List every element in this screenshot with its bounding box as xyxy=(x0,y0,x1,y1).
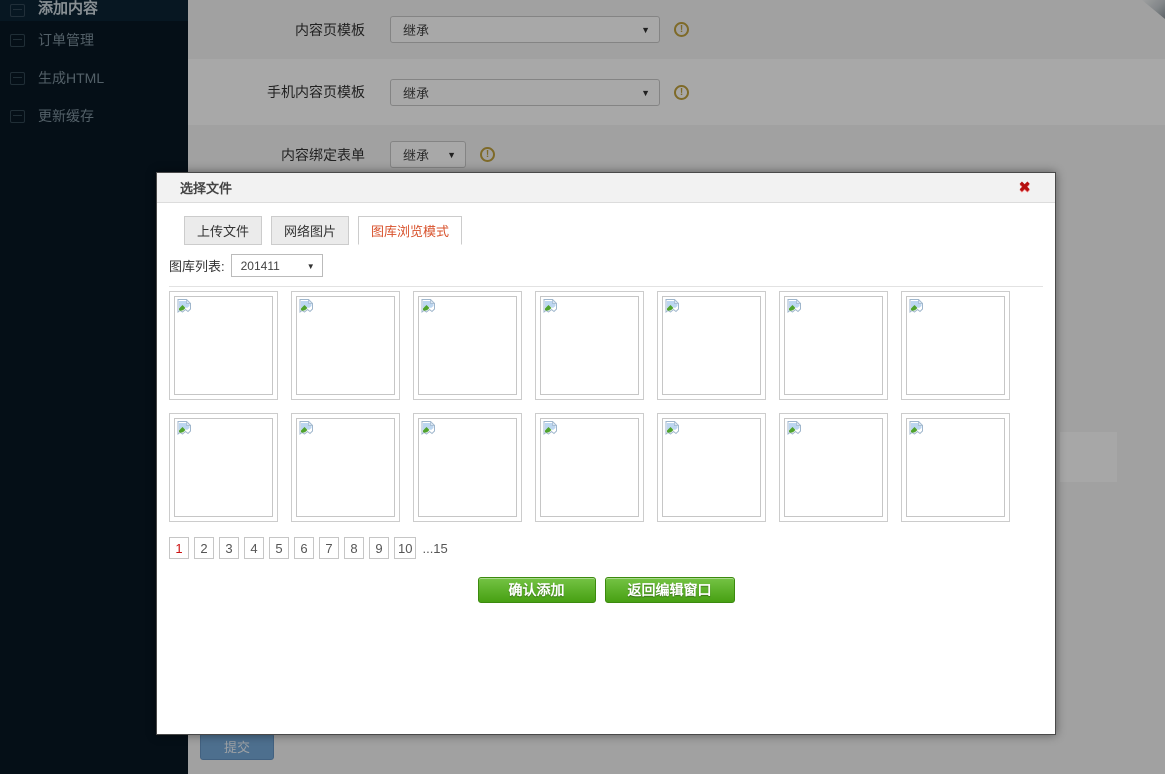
page-number-button[interactable]: 10 xyxy=(394,537,416,559)
gallery-list-row: 图库列表: 201411 ▼ xyxy=(169,254,1043,287)
chevron-down-icon: ▼ xyxy=(307,262,315,271)
gallery-thumbnail[interactable] xyxy=(779,291,888,400)
broken-image-icon xyxy=(909,299,923,314)
thumbnail-grid-row-2 xyxy=(169,413,1043,522)
page-number-button[interactable]: 2 xyxy=(194,537,214,559)
gallery-thumbnail[interactable] xyxy=(291,413,400,522)
gallery-thumbnail[interactable] xyxy=(779,413,888,522)
broken-image-icon xyxy=(787,299,801,314)
gallery-thumbnail[interactable] xyxy=(169,413,278,522)
tab-label: 图库浏览模式 xyxy=(371,224,449,239)
thumbnail-frame xyxy=(418,418,517,517)
broken-image-icon xyxy=(177,299,191,314)
gallery-list-label: 图库列表: xyxy=(169,256,225,275)
thumbnail-frame xyxy=(906,296,1005,395)
broken-image-icon xyxy=(665,299,679,314)
gallery-thumbnail[interactable] xyxy=(535,413,644,522)
gallery-thumbnail[interactable] xyxy=(901,291,1010,400)
dialog-tab[interactable]: 图库浏览模式 xyxy=(358,216,462,245)
gallery-thumbnail[interactable] xyxy=(169,291,278,400)
page-number-button[interactable]: 1 xyxy=(169,537,189,559)
page-number-label: 1 xyxy=(175,541,182,556)
dialog-tab[interactable]: 网络图片 xyxy=(271,216,349,245)
thumbnail-frame xyxy=(662,418,761,517)
thumbnail-frame xyxy=(784,296,883,395)
gallery-thumbnail[interactable] xyxy=(657,413,766,522)
thumbnail-frame xyxy=(906,418,1005,517)
broken-image-icon xyxy=(299,421,313,436)
thumbnail-frame xyxy=(662,296,761,395)
broken-image-icon xyxy=(787,421,801,436)
dialog-header: 选择文件 xyxy=(157,173,1055,203)
page-number-button[interactable]: 9 xyxy=(369,537,389,559)
gallery-thumbnail[interactable] xyxy=(535,291,644,400)
thumbnail-frame xyxy=(296,418,395,517)
broken-image-icon xyxy=(543,421,557,436)
page-root: 添加内容 订单管理 生成HTML 更新缓存 内容页模板 xyxy=(0,0,1165,774)
page-number-label: 6 xyxy=(300,541,307,556)
page-number-button[interactable]: 4 xyxy=(244,537,264,559)
page-number-label: 9 xyxy=(375,541,382,556)
gallery-thumbnail[interactable] xyxy=(413,413,522,522)
thumbnail-frame xyxy=(784,418,883,517)
dialog-actions: 确认添加 返回编辑窗口 xyxy=(169,577,1043,603)
gallery-thumbnail[interactable] xyxy=(413,291,522,400)
page-number-button[interactable]: 6 xyxy=(294,537,314,559)
broken-image-icon xyxy=(543,299,557,314)
dialog-title: 选择文件 xyxy=(157,178,232,197)
page-number-button[interactable]: 5 xyxy=(269,537,289,559)
page-number-button[interactable]: 8 xyxy=(344,537,364,559)
thumbnail-frame xyxy=(540,296,639,395)
page-number-label: 3 xyxy=(225,541,232,556)
gallery-list-select[interactable]: 201411 ▼ xyxy=(231,254,323,277)
close-icon[interactable]: ✖ xyxy=(1018,179,1031,197)
page-number-label: 7 xyxy=(325,541,332,556)
tab-label: 上传文件 xyxy=(197,224,249,239)
select-file-dialog: 选择文件 ✖ 上传文件 网络图片 图库浏览模式 xyxy=(156,172,1056,735)
confirm-add-button[interactable]: 确认添加 xyxy=(478,577,596,603)
thumbnail-frame xyxy=(174,418,273,517)
gallery-thumbnail[interactable] xyxy=(901,413,1010,522)
pagination: 1 2 3 4 xyxy=(169,537,1043,559)
broken-image-icon xyxy=(421,421,435,436)
broken-image-icon xyxy=(665,421,679,436)
broken-image-icon xyxy=(909,421,923,436)
thumbnail-frame xyxy=(540,418,639,517)
thumbnail-frame xyxy=(296,296,395,395)
back-to-editor-button[interactable]: 返回编辑窗口 xyxy=(605,577,735,603)
page-number-button[interactable]: 3 xyxy=(219,537,239,559)
broken-image-icon xyxy=(421,299,435,314)
page-number-button[interactable]: 7 xyxy=(319,537,339,559)
dialog-tab[interactable]: 上传文件 xyxy=(184,216,262,245)
gallery-thumbnail[interactable] xyxy=(291,291,400,400)
broken-image-icon xyxy=(299,299,313,314)
page-number-label: 5 xyxy=(275,541,282,556)
tab-label: 网络图片 xyxy=(284,224,336,239)
pagination-more-link[interactable]: ...15 xyxy=(422,541,447,556)
page-number-label: 10 xyxy=(398,541,412,556)
broken-image-icon xyxy=(177,421,191,436)
page-number-label: 8 xyxy=(350,541,357,556)
page-number-label: 2 xyxy=(200,541,207,556)
thumbnail-frame xyxy=(418,296,517,395)
dialog-body: 上传文件 网络图片 图库浏览模式 图库列表: 201411 ▼ xyxy=(157,203,1055,615)
thumbnail-grid-row-1 xyxy=(169,291,1043,400)
gallery-thumbnail[interactable] xyxy=(657,291,766,400)
thumbnail-frame xyxy=(174,296,273,395)
dialog-tabs: 上传文件 网络图片 图库浏览模式 xyxy=(184,216,1043,245)
page-number-label: 4 xyxy=(250,541,257,556)
gallery-selected-value: 201411 xyxy=(241,259,280,273)
